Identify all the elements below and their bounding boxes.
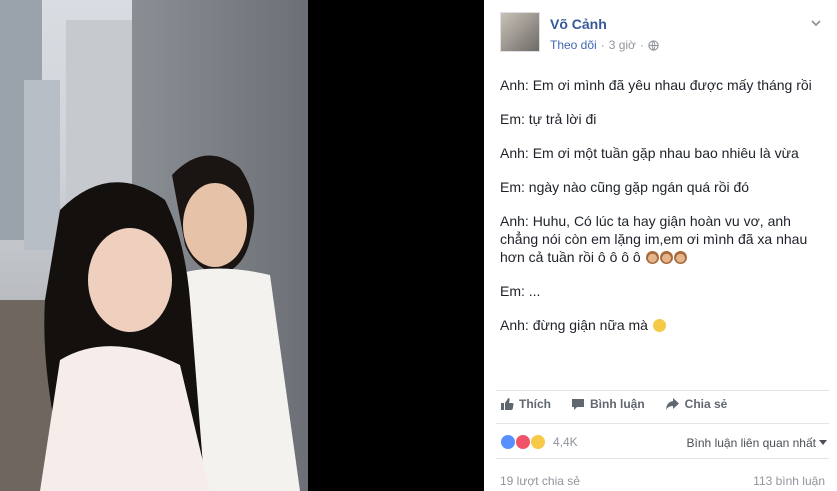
see-no-evil-monkey-icon [659,251,673,264]
share-arrow-icon [665,398,679,410]
globe-icon [648,39,659,51]
share-count[interactable]: 19 lượt chia sẻ [500,474,580,488]
post-line: Anh: Em ơi một tuần gặp nhau bao nhiêu l… [500,145,799,161]
share-button[interactable]: Chia sẻ [665,397,728,411]
post-line-with-emoji: Anh: Huhu, Có lúc ta hay giận hoàn vu vơ… [500,212,830,266]
post-line: Anh: đừng giận nữa mà [500,317,648,333]
divider [496,390,829,391]
post-line-with-emoji: Anh: đừng giận nữa mà [500,316,830,334]
meta-separator: · [600,38,605,52]
comment-button[interactable]: Bình luận [571,397,645,411]
chevron-down-icon[interactable] [809,16,823,30]
thumbs-up-icon [501,398,514,410]
comment-count[interactable]: 113 bình luận [753,474,825,488]
divider [496,458,829,459]
action-bar: Thích Bình luận Chia sẻ [500,397,727,411]
comment-sort-dropdown[interactable]: Bình luận liên quan nhất [687,436,827,450]
like-reaction-icon [500,434,516,450]
post-line: Em: tự trả lời đi [500,111,597,127]
crying-face-icon [652,319,666,332]
post-time[interactable]: 3 giờ [609,38,636,52]
see-no-evil-monkey-icon [673,251,687,264]
avatar[interactable] [500,12,540,52]
post-panel: Võ Cảnh Theo dõi · 3 giờ · Anh: Em ơi mì… [484,0,837,491]
see-no-evil-monkey-icon [645,251,659,264]
sort-label: Bình luận liên quan nhất [686,436,816,450]
meta-separator-2: · [639,38,644,52]
post-line: Em: ngày nào cũng gặp ngán quá rồi đó [500,179,750,195]
people-figure [40,155,300,491]
comment-label: Bình luận [590,397,645,411]
divider [496,423,829,424]
caret-down-icon [819,440,827,445]
post-meta: Theo dõi · 3 giờ · [550,38,659,52]
haha-reaction-icon [530,434,546,450]
post-line: Anh: Em ơi mình đã yêu nhau được mấy thá… [500,77,812,93]
comment-icon [572,399,584,410]
follow-link[interactable]: Theo dõi [550,38,597,52]
author-name[interactable]: Võ Cảnh [550,16,607,32]
photo-viewer[interactable] [0,0,484,491]
share-label: Chia sẻ [684,397,728,411]
like-button[interactable]: Thích [500,397,551,411]
like-label: Thích [519,397,551,411]
reaction-count: 4,4K [553,435,578,449]
post-photo[interactable] [0,0,308,491]
post-line: Em: ... [500,283,541,299]
post-text: Anh: Em ơi mình đã yêu nhau được mấy thá… [500,76,830,350]
reaction-summary[interactable]: 4,4K [500,434,578,450]
love-reaction-icon [515,434,531,450]
